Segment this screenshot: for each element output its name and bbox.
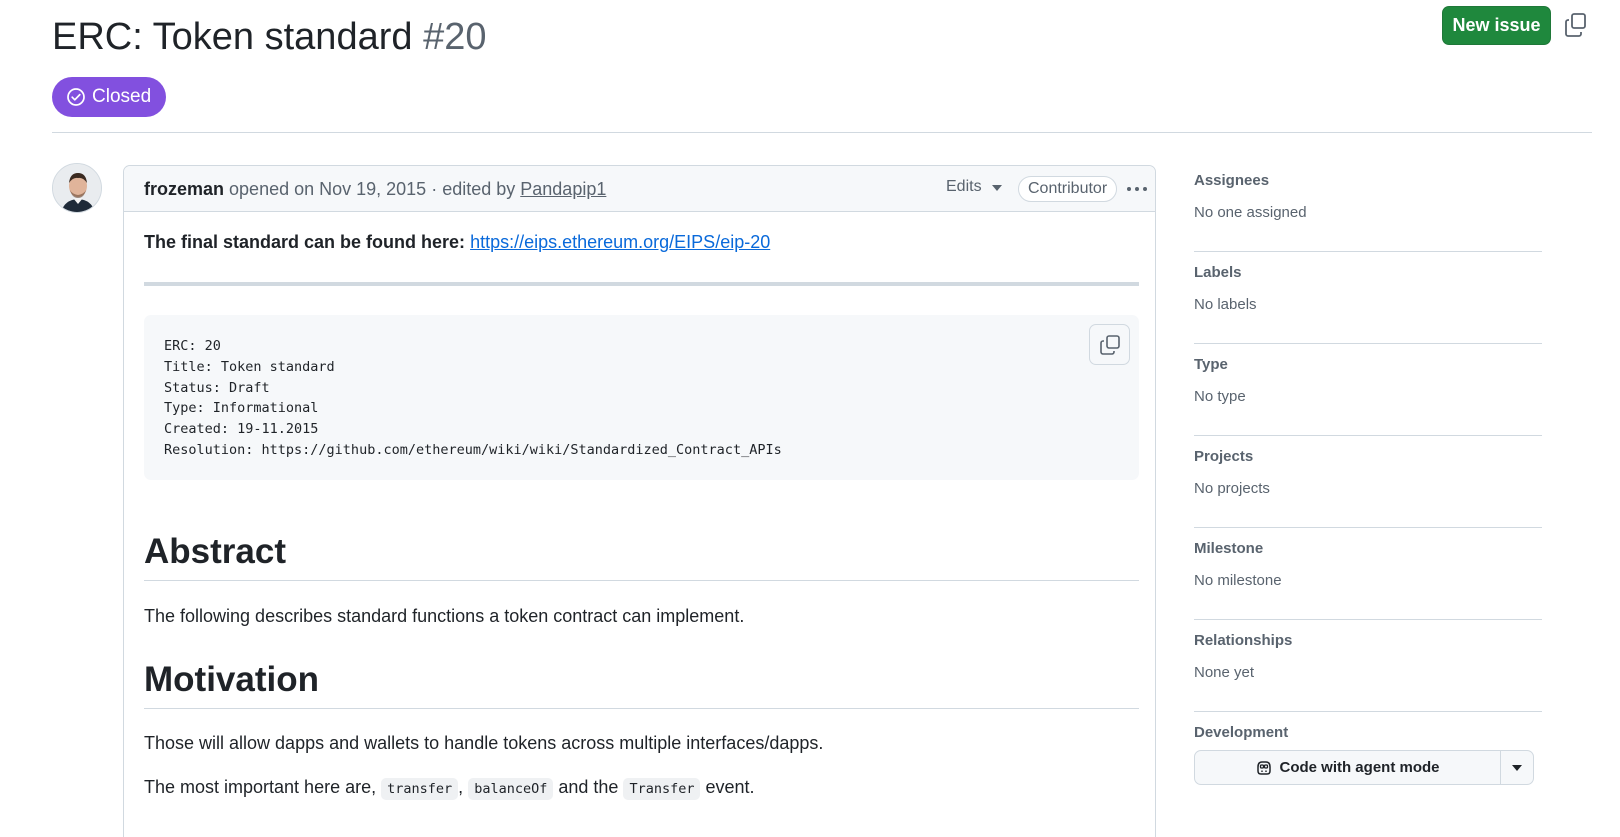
- triangle-down-icon: [1512, 764, 1522, 771]
- copy-code-button[interactable]: [1089, 324, 1130, 365]
- sidebar-development-title: Development: [1194, 724, 1289, 741]
- sidebar-assignees-title: Assignees: [1194, 172, 1270, 189]
- sidebar-relationships-title: Relationships: [1194, 632, 1293, 649]
- status-badge-label: Closed: [92, 86, 152, 107]
- comma-separator: ,: [458, 777, 464, 797]
- abstract-paragraph: The following describes standard functio…: [144, 606, 745, 626]
- code-with-agent-button[interactable]: Code with agent mode: [1195, 751, 1501, 784]
- issue-number: #20: [423, 16, 487, 58]
- sidebar-type-value: No type: [1194, 388, 1246, 405]
- issue-title-text: ERC: Token standard: [52, 16, 413, 58]
- intro-paragraph: The final standard can be found here: ht…: [144, 232, 770, 253]
- important-functions-paragraph: The most important here are, transfer, b…: [144, 777, 755, 800]
- comment-options-button[interactable]: [1125, 177, 1149, 201]
- event-suffix: event.: [705, 777, 755, 797]
- new-issue-button[interactable]: New issue: [1442, 6, 1551, 45]
- header-code-block: ERC: 20 Title: Token standard Status: Dr…: [144, 315, 1139, 480]
- sidebar-labels-value: No labels: [1194, 296, 1257, 313]
- role-badge: Contributor: [1018, 176, 1118, 202]
- triangle-down-icon: [991, 185, 1002, 191]
- copilot-icon: [1257, 760, 1272, 775]
- sidebar-type-title: Type: [1194, 356, 1228, 373]
- status-badge: Closed: [52, 77, 167, 117]
- kebab-horizontal-icon: [1127, 187, 1131, 191]
- sidebar-type[interactable]: Type No type: [1194, 344, 1542, 436]
- code-with-agent-label: Code with agent mode: [1279, 759, 1440, 776]
- sidebar-milestone-value: No milestone: [1194, 572, 1282, 589]
- avatar[interactable]: [52, 163, 102, 213]
- edits-dropdown[interactable]: Edits: [946, 178, 1002, 196]
- comment-header: frozeman opened on Nov 19, 2015 · edited…: [124, 166, 1155, 212]
- sidebar-assignees[interactable]: Assignees No one assigned: [1194, 160, 1542, 252]
- copy-link-button[interactable]: [1564, 12, 1588, 38]
- motivation-heading: Motivation: [144, 658, 1139, 709]
- issue-title: ERC: Token standard #20: [52, 12, 486, 62]
- sidebar-projects-title: Projects: [1194, 448, 1254, 465]
- sidebar-assignees-value: No one assigned: [1194, 204, 1307, 221]
- code-with-agent-dropdown[interactable]: [1501, 751, 1533, 784]
- sidebar-milestone[interactable]: Milestone No milestone: [1194, 528, 1542, 620]
- comment-opened-text: opened on Nov 19, 2015 · edited by: [229, 179, 516, 199]
- inline-code-transfer-event: Transfer: [623, 778, 701, 800]
- inline-code-transfer: transfer: [381, 778, 459, 800]
- motivation-paragraph: Those will allow dapps and wallets to ha…: [144, 733, 824, 753]
- check-circle-icon: [67, 88, 85, 106]
- sidebar-projects[interactable]: Projects No projects: [1194, 436, 1542, 528]
- avatar-image: [53, 164, 101, 212]
- divider: [144, 282, 1139, 286]
- sidebar-projects-value: No projects: [1194, 480, 1270, 497]
- issue-comment: frozeman opened on Nov 19, 2015 · edited…: [123, 165, 1156, 837]
- sidebar-labels-title: Labels: [1194, 264, 1242, 281]
- code-with-agent-button-group: Code with agent mode: [1194, 750, 1534, 785]
- important-prefix: The most important here are,: [144, 777, 377, 797]
- issue-header: ERC: Token standard #20 Closed New issue: [52, 0, 1592, 133]
- copy-icon: [1565, 13, 1586, 37]
- inline-code-balanceof: balanceOf: [468, 778, 554, 800]
- standard-link[interactable]: https://eips.ethereum.org/EIPS/eip-20: [470, 232, 770, 252]
- sidebar-milestone-title: Milestone: [1194, 540, 1264, 557]
- comment-author-link[interactable]: frozeman: [144, 179, 224, 199]
- sidebar-labels[interactable]: Labels No labels: [1194, 252, 1542, 344]
- abstract-heading: Abstract: [144, 530, 1139, 581]
- copy-icon: [1099, 334, 1120, 355]
- edits-label: Edits: [946, 178, 982, 195]
- sidebar-relationships-value: None yet: [1194, 664, 1255, 681]
- sidebar-relationships[interactable]: Relationships None yet: [1194, 620, 1542, 712]
- intro-text: The final standard can be found here:: [144, 232, 466, 252]
- and-the-text: and the: [558, 777, 619, 797]
- comment-author-line: frozeman opened on Nov 19, 2015 · edited…: [144, 179, 606, 200]
- comment-editor-link[interactable]: Pandapip1: [520, 179, 606, 199]
